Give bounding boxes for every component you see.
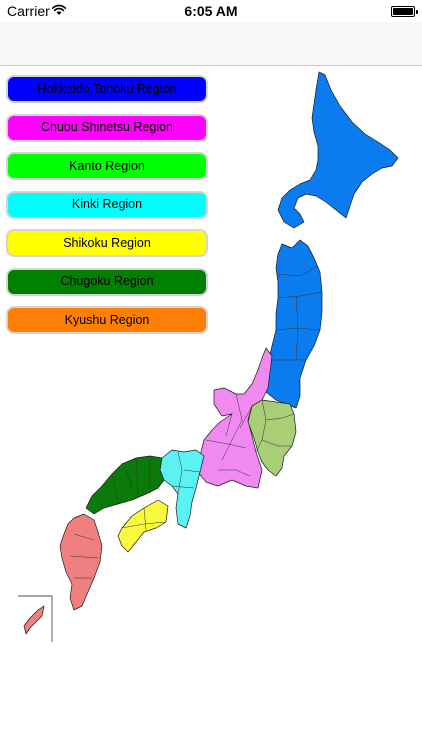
battery-fill	[393, 8, 413, 15]
map-hokkaido[interactable]	[277, 71, 399, 229]
region-button-kinki[interactable]: Kinki Region	[6, 190, 208, 219]
map-tohoku[interactable]	[265, 239, 323, 409]
region-button-shikoku[interactable]: Shikoku Region	[6, 229, 208, 257]
region-list: Hokkaido,Tohoku Region Chubu Shinetsu Re…	[6, 75, 208, 345]
battery-icon	[391, 6, 418, 17]
region-button-chugoku[interactable]: Chugoku Region	[6, 267, 208, 296]
map-okinawa[interactable]	[23, 605, 45, 635]
region-button-hokkaido-tohoku[interactable]: Hokkaido,Tohoku Region	[6, 75, 208, 103]
region-button-chubu-shinetsu[interactable]: Chubu Shinetsu Region	[6, 113, 208, 142]
status-time: 6:05 AM	[184, 3, 238, 19]
status-bar: Carrier 6:05 AM	[0, 0, 422, 22]
region-button-kanto[interactable]: Kanto Region	[6, 152, 208, 180]
region-button-kyushu[interactable]: Kyushu Region	[6, 306, 208, 334]
map-shikoku[interactable]	[117, 499, 169, 553]
map-kyushu[interactable]	[59, 513, 103, 611]
